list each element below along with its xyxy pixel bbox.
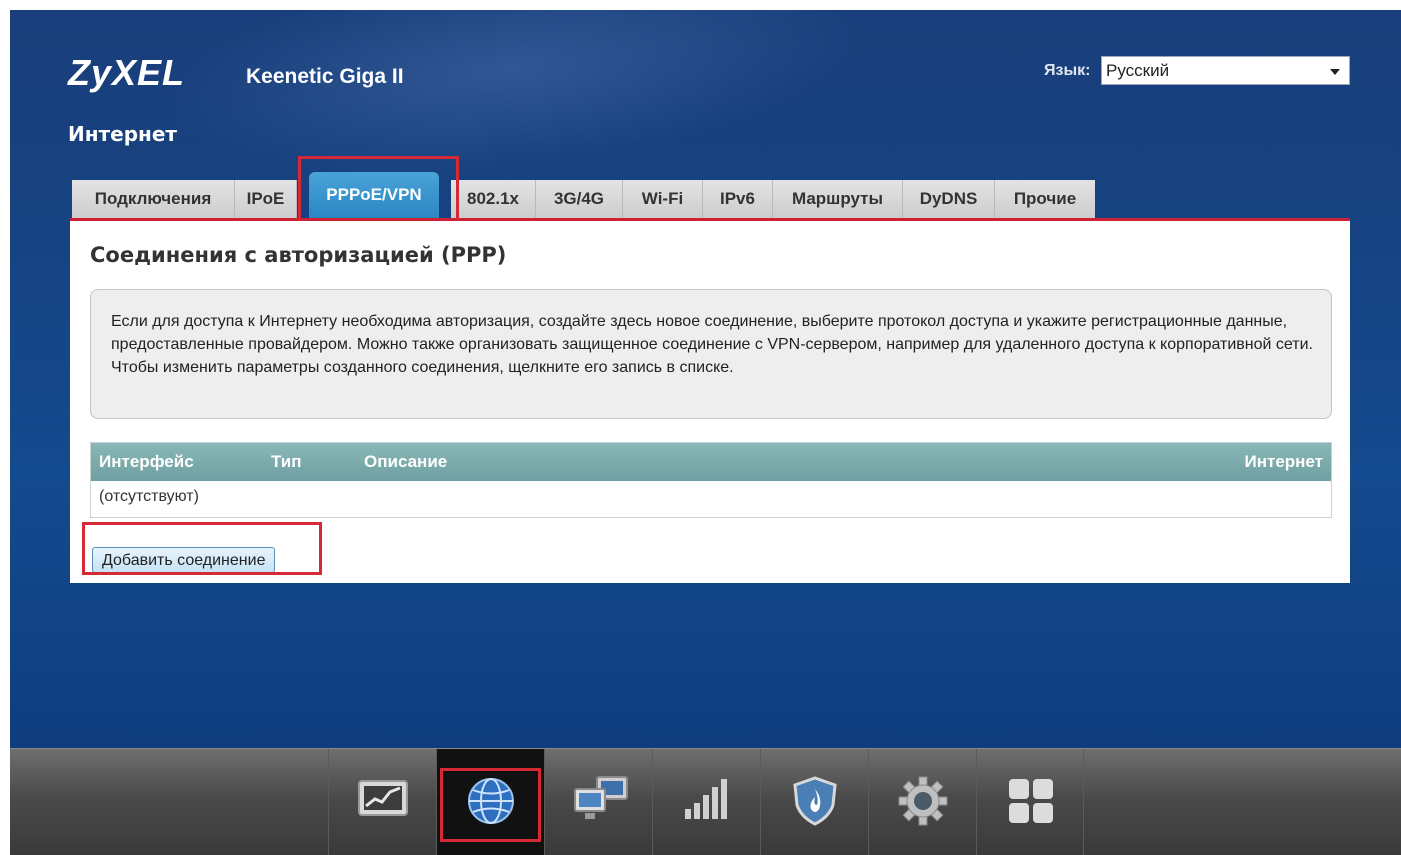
tab-wifi[interactable]: Wi-Fi: [623, 180, 703, 218]
dock-item-monitor[interactable]: [328, 749, 436, 855]
table-empty-row: (отсутствуют): [99, 488, 199, 505]
tab-prochie[interactable]: Прочие: [995, 180, 1095, 218]
table-header: Интерфейс Тип Описание Интернет: [91, 443, 1331, 481]
dock-item-security[interactable]: [760, 749, 868, 855]
tab-ipoe[interactable]: IPoE: [235, 180, 297, 218]
tab-3g-4g[interactable]: 3G/4G: [536, 180, 623, 218]
dock-item-wifi[interactable]: [652, 749, 760, 855]
column-interface[interactable]: Интерфейс: [99, 443, 194, 481]
language-label: Язык:: [1044, 62, 1091, 79]
connections-table: Интерфейс Тип Описание Интернет (отсутст…: [90, 442, 1332, 518]
info-text: Если для доступа к Интернету необходима …: [111, 313, 1313, 376]
tab-802-1x[interactable]: 802.1x: [451, 180, 536, 218]
bottom-dock: [10, 748, 1401, 855]
apps-grid-icon: [1009, 779, 1053, 823]
monitor-chart-icon: [358, 780, 408, 816]
language-select-value: Русский: [1106, 61, 1170, 80]
shield-icon: [793, 776, 837, 826]
zyxel-logo: ZyXEL: [68, 52, 186, 93]
router-web-interface: ZyXEL Keenetic Giga II Интернет Язык: Ру…: [10, 10, 1401, 855]
dock-item-applications[interactable]: [976, 749, 1084, 855]
column-internet[interactable]: Интернет: [1245, 443, 1323, 481]
language-select[interactable]: Русский: [1101, 56, 1350, 85]
dock-item-system[interactable]: [868, 749, 976, 855]
column-description[interactable]: Описание: [364, 443, 447, 481]
page-title: Интернет: [68, 122, 178, 146]
button-highlight-frame: [82, 522, 322, 575]
dock-item-home-network[interactable]: [544, 749, 652, 855]
info-box: Если для доступа к Интернету необходима …: [90, 289, 1332, 419]
tab-ipv6[interactable]: IPv6: [703, 180, 773, 218]
device-model: Keenetic Giga II: [246, 65, 404, 88]
panel-title: Соединения с авторизацией (PPP): [90, 243, 507, 267]
gear-icon: [898, 776, 948, 826]
column-type[interactable]: Тип: [271, 443, 301, 481]
tab-marshruty[interactable]: Маршруты: [773, 180, 903, 218]
tab-dydns[interactable]: DyDNS: [903, 180, 995, 218]
network-computers-icon: [574, 776, 628, 819]
signal-bars-icon: [685, 779, 727, 819]
chevron-down-icon[interactable]: [1330, 69, 1340, 75]
tab-podklyucheniya[interactable]: Подключения: [72, 180, 235, 218]
dock-highlight-frame: [440, 768, 541, 842]
